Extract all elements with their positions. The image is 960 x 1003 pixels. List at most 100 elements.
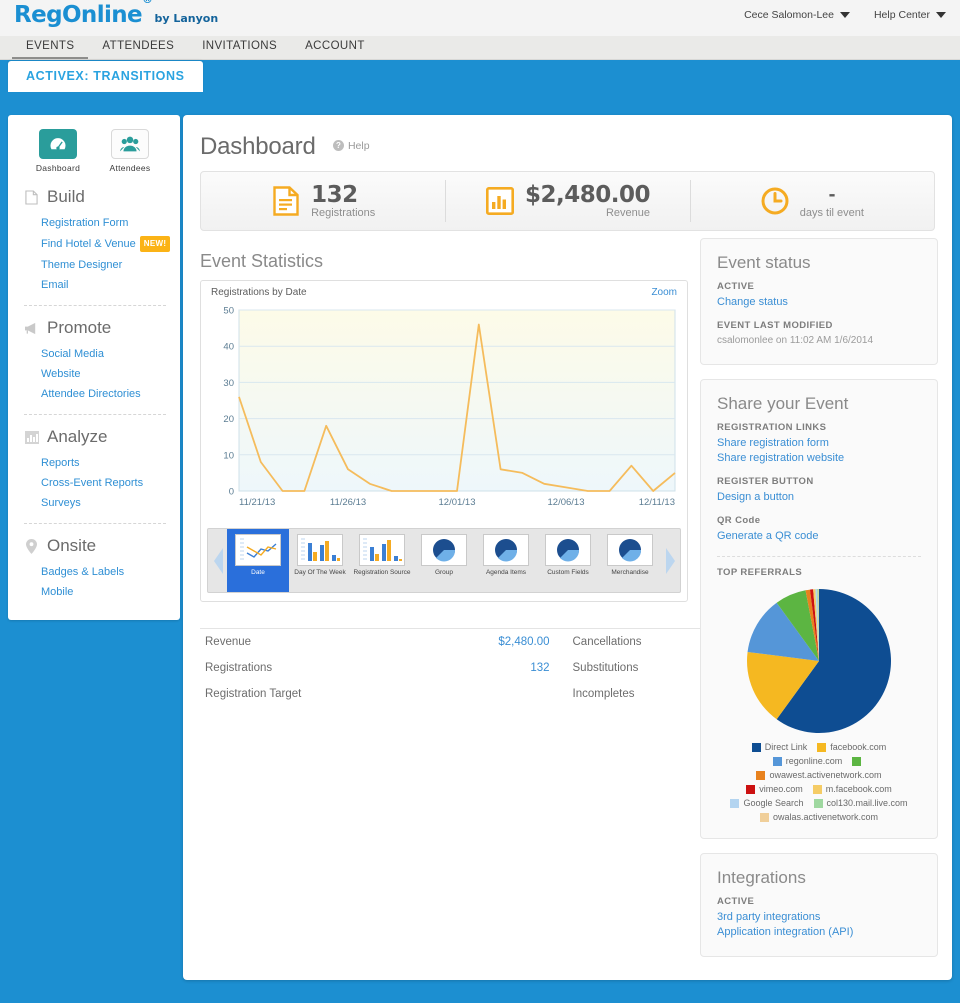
chart-thumb-custom-fields[interactable]: Custom Fields: [537, 529, 599, 592]
nav-item-invitations[interactable]: INVITATIONS: [188, 36, 291, 59]
sidebar-link-surveys[interactable]: Surveys: [24, 493, 180, 513]
chart-thumb-label: Agenda Items: [485, 569, 527, 576]
sidebar-item-dashboard[interactable]: Dashboard: [29, 129, 87, 173]
sidebar-link-label: Cross-Event Reports: [41, 477, 144, 489]
sidebar-section-onsite: Onsite Badges & Labels Mobile: [8, 536, 180, 602]
sidebar-section-analyze: Analyze Reports Cross-Event Reports Surv…: [8, 427, 180, 513]
table-cell-value[interactable]: [498, 688, 568, 700]
chart-zoom-link[interactable]: Zoom: [651, 287, 677, 298]
chart-thumb-group[interactable]: Group: [413, 529, 475, 592]
chart-prev-arrow-icon[interactable]: [208, 529, 227, 592]
sidebar-link-cross-event-reports[interactable]: Cross-Event Reports: [24, 473, 180, 493]
registration-links-label: REGISTRATION LINKS: [717, 422, 827, 433]
event-last-modified-value: csalomonlee on 11:02 AM 1/6/2014: [717, 335, 874, 346]
sidebar-section-analyze-header: Analyze: [24, 427, 180, 447]
stat-card-registrations[interactable]: 132 Registrations: [201, 172, 445, 230]
sidebar-link-theme-designer[interactable]: Theme Designer: [24, 255, 180, 275]
megaphone-icon: [24, 321, 39, 336]
sidebar-section-promote: Promote Social Media Website Attendee Di…: [8, 318, 180, 404]
stat-card-days-til-event[interactable]: - days til event: [689, 172, 934, 230]
sidebar-link-badges-labels[interactable]: Badges & Labels: [24, 562, 180, 582]
logo[interactable]: RegOnline®by Lanyon: [14, 0, 219, 28]
pie-legend-row: vimeo.com m.facebook.com: [719, 784, 919, 794]
pie-legend-label: regonline.com: [785, 756, 843, 766]
top-referrals-pie[interactable]: [717, 586, 921, 736]
chart-title: Registrations by Date: [211, 287, 307, 298]
help-link[interactable]: ? Help: [332, 140, 370, 152]
pie-chart-thumb-icon: [607, 534, 653, 566]
sidebar-link-registration-form[interactable]: Registration Form: [24, 213, 180, 233]
left-sidebar: Dashboard Attendees Build Registration F…: [8, 115, 180, 620]
sidebar-item-attendees[interactable]: Attendees: [101, 129, 159, 173]
pie-legend-swatch: [852, 756, 862, 766]
sidebar-link-label: Attendee Directories: [41, 388, 141, 400]
stat-label: Revenue: [605, 206, 650, 219]
clock-icon: [760, 185, 790, 217]
sidebar-link-website[interactable]: Website: [24, 364, 180, 384]
pie-legend-row: Direct Link facebook.com: [719, 742, 919, 752]
share-registration-website-link[interactable]: Share registration website: [717, 451, 921, 466]
sidebar-link-attendee-directories[interactable]: Attendee Directories: [24, 384, 180, 404]
share-event-title: Share your Event: [717, 394, 849, 413]
sidebar-link-mobile[interactable]: Mobile: [24, 582, 180, 602]
chart-thumb-label: Merchandise: [611, 569, 649, 576]
line-chart[interactable]: 0 10 20 30 40 50 11/21/13 11/26/13 12/01/13 12/06…: [201, 302, 687, 524]
sidebar-link-reports[interactable]: Reports: [24, 453, 180, 473]
sidebar-link-social-media[interactable]: Social Media: [24, 344, 180, 364]
svg-text:20: 20: [223, 414, 234, 425]
sidebar-section-onsite-title: Onsite: [47, 536, 97, 555]
table-cell-value[interactable]: 132: [498, 662, 568, 674]
sidebar-section-build-header: Build: [24, 187, 180, 207]
integrations-active-label: ACTIVE: [717, 896, 755, 907]
share-registration-form-link[interactable]: Share registration form: [717, 436, 921, 451]
event-last-modified-label: EVENT LAST MODIFIED: [717, 320, 833, 331]
chart-thumb-label: Registration Source: [353, 569, 411, 576]
sidebar-link-label: Email: [41, 279, 69, 291]
pie-legend-item: facebook.com: [817, 742, 886, 752]
pie-legend-swatch: [730, 798, 740, 808]
pie-legend-row: owalas.activenetwork.com: [719, 812, 919, 822]
nav-item-account[interactable]: ACCOUNT: [291, 36, 379, 59]
sidebar-section-onsite-header: Onsite: [24, 536, 180, 556]
chart-thumb-day-of-week[interactable]: Day Of The Week: [289, 529, 351, 592]
third-party-integrations-link[interactable]: 3rd party integrations: [717, 910, 921, 925]
pie-legend-item: [852, 756, 865, 766]
table-cell-key: Registrations: [205, 662, 273, 674]
bar-chart-thumb-icon: [297, 534, 343, 566]
question-mark-icon: ?: [332, 140, 344, 151]
nav-item-attendees[interactable]: ATTENDEES: [88, 36, 188, 59]
nav-item-events[interactable]: EVENTS: [12, 36, 89, 59]
pie-legend-item: col130.mail.live.com: [813, 798, 908, 808]
map-pin-icon: [24, 538, 39, 554]
chart-thumb-registration-source[interactable]: Registration Source: [351, 529, 413, 592]
chevron-down-icon: [936, 12, 946, 18]
stat-card-revenue[interactable]: $2,480.00 Revenue: [445, 172, 689, 230]
sidebar-link-find-hotel-venue[interactable]: Find Hotel & Venue NEW!: [24, 233, 180, 255]
pie-legend-item: owalas.activenetwork.com: [759, 812, 878, 822]
help-center-menu[interactable]: Help Center: [874, 9, 946, 21]
help-center-label: Help Center: [873, 9, 930, 21]
logo-by-lanyon: by Lanyon: [154, 12, 219, 25]
pie-legend-label: Google Search: [743, 798, 804, 808]
table-cell-value[interactable]: $2,480.00: [498, 636, 568, 648]
bar-chart-icon: [485, 185, 515, 217]
event-tab[interactable]: ACTIVEX: TRANSITIONS: [8, 61, 203, 92]
chart-thumb-merchandise[interactable]: Merchandise: [599, 529, 661, 592]
application-integration-api-link[interactable]: Application integration (API): [717, 925, 921, 940]
user-menu[interactable]: Cece Salomon-Lee: [744, 9, 850, 21]
sidebar-link-label: Registration Form: [41, 217, 129, 229]
logo-registered-mark: ®: [142, 0, 153, 6]
change-status-link[interactable]: Change status: [717, 295, 921, 310]
sidebar-link-email[interactable]: Email: [24, 275, 180, 295]
design-a-button-link[interactable]: Design a button: [717, 490, 921, 505]
sidebar-divider: [24, 305, 166, 306]
chart-next-arrow-icon[interactable]: [661, 529, 680, 592]
chart-thumb-agenda-items[interactable]: Agenda Items: [475, 529, 537, 592]
sidebar-link-label: Surveys: [41, 497, 81, 509]
main-nav-items: EVENTS ATTENDEES INVITATIONS ACCOUNT: [0, 36, 960, 59]
register-button-label: REGISTER BUTTON: [717, 476, 814, 487]
stat-value: -: [828, 184, 836, 205]
chart-thumb-date[interactable]: Date: [227, 529, 289, 592]
generate-qr-code-link[interactable]: Generate a QR code: [717, 529, 921, 544]
sidebar-link-label: Mobile: [41, 586, 74, 598]
